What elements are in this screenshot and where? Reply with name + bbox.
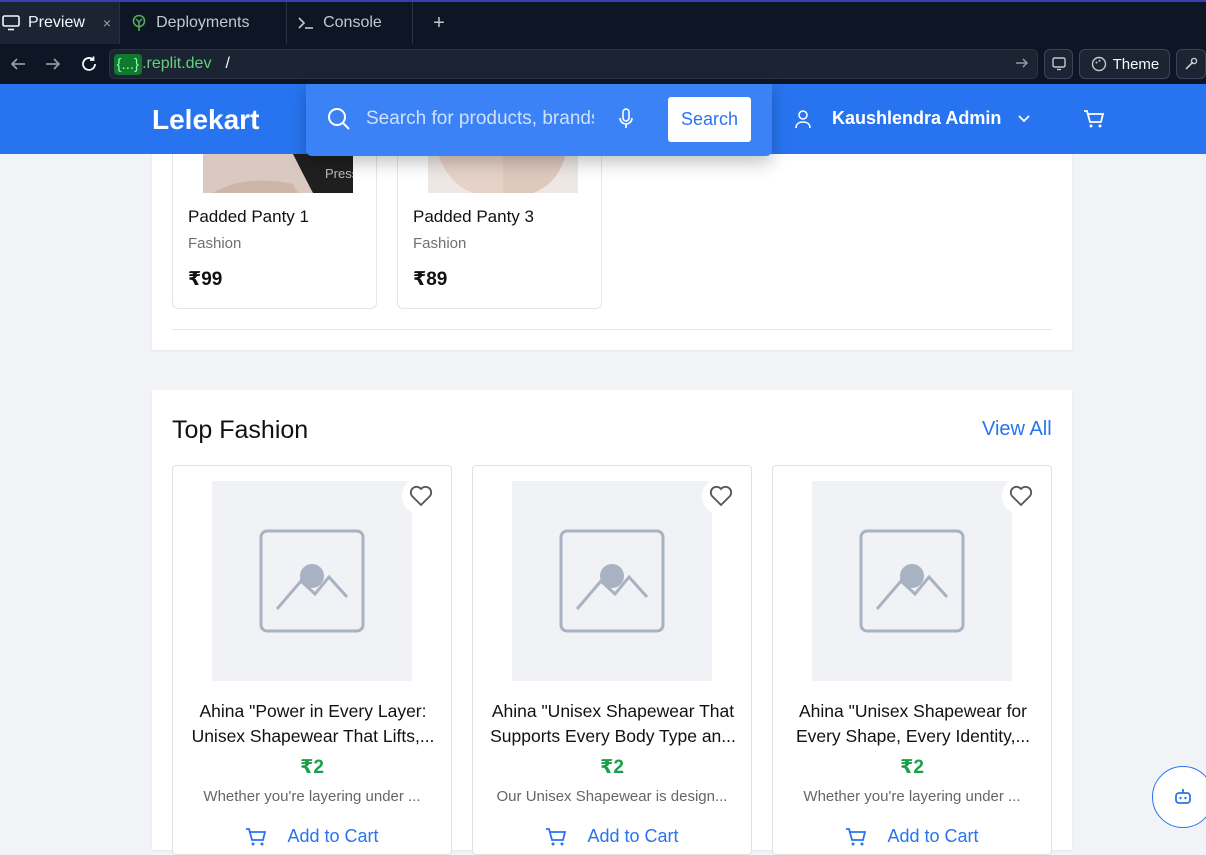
- terminal-icon: [297, 15, 315, 31]
- search-hint: Press to search: [325, 166, 416, 181]
- image-icon: [259, 529, 365, 633]
- theme-button[interactable]: Theme: [1079, 49, 1171, 79]
- tab-console[interactable]: Console: [287, 2, 414, 44]
- heart-icon: [709, 485, 733, 507]
- forward-button[interactable]: [36, 44, 72, 84]
- product-name: Padded Panty 1: [188, 207, 309, 226]
- back-button[interactable]: [0, 44, 36, 84]
- product-title: Ahina "Power in Every Layer: Unisex Shap…: [191, 701, 435, 746]
- product-price: ₹2: [600, 757, 624, 778]
- image-icon: [859, 529, 965, 633]
- wishlist-button[interactable]: [1002, 477, 1040, 515]
- robot-icon: [1175, 789, 1191, 804]
- cart-button[interactable]: [1083, 109, 1105, 134]
- url-path: /: [225, 55, 230, 72]
- cart-icon: [1084, 110, 1105, 128]
- section-divider: [172, 329, 1052, 330]
- product-name: Padded Panty 3: [413, 207, 534, 226]
- user-icon: [795, 109, 811, 128]
- tab-deployments[interactable]: Deployments: [120, 2, 288, 44]
- devtools-button[interactable]: [1176, 49, 1206, 79]
- theme-label: Theme: [1112, 55, 1160, 73]
- cart-icon: [546, 827, 567, 845]
- device-icon: [1051, 57, 1066, 71]
- address-field[interactable]: {...} .replit.dev /: [108, 49, 1038, 79]
- product-price: ₹2: [300, 757, 324, 778]
- search-icon: [326, 106, 352, 137]
- tab-preview[interactable]: Preview ×: [0, 2, 121, 44]
- add-to-cart-button[interactable]: Add to Cart: [173, 826, 451, 847]
- add-to-cart-label: Add to Cart: [887, 826, 979, 846]
- replit-tab-bar: Preview × Deployments Console +: [0, 0, 1206, 44]
- product-category: Fashion: [413, 235, 467, 252]
- cart-icon: [246, 827, 267, 845]
- chevron-down-icon: [1018, 114, 1030, 122]
- url-host: .replit.dev: [142, 55, 212, 72]
- add-to-cart-label: Add to Cart: [287, 826, 379, 846]
- heart-icon: [1009, 485, 1033, 507]
- product-price: ₹2: [900, 757, 924, 778]
- add-to-cart-button[interactable]: Add to Cart: [473, 826, 751, 847]
- chatbot-button[interactable]: [1152, 766, 1206, 828]
- product-card[interactable]: Ahina "Unisex Shapewear for Every Shape,…: [772, 465, 1052, 855]
- arrow-left-icon: [10, 58, 25, 70]
- product-card[interactable]: Ahina "Power in Every Layer: Unisex Shap…: [172, 465, 452, 855]
- wishlist-button[interactable]: [402, 477, 440, 515]
- image-placeholder: [512, 481, 712, 681]
- tab-label: Console: [323, 14, 382, 31]
- tab-label: Deployments: [156, 14, 250, 31]
- deployments-icon: [130, 14, 148, 32]
- go-icon[interactable]: [1015, 56, 1029, 72]
- product-image: [428, 154, 578, 193]
- heart-icon: [409, 485, 433, 507]
- search-bar: Search: [306, 84, 772, 156]
- palette-icon: [1091, 56, 1106, 72]
- product-description: Whether you're layering under ...: [803, 788, 1021, 805]
- product-description: Whether you're layering under ...: [203, 788, 421, 805]
- url-tag: {...}: [113, 53, 143, 75]
- add-to-cart-label: Add to Cart: [587, 826, 679, 846]
- image-placeholder: [812, 481, 1012, 681]
- product-price: ₹99: [188, 269, 223, 290]
- tab-label: Preview: [28, 14, 85, 31]
- new-tab-button[interactable]: +: [413, 2, 465, 44]
- product-title: Ahina "Unisex Shapewear That Supports Ev…: [490, 701, 736, 746]
- product-card[interactable]: Padded Panty 3 Fashion ₹89: [397, 154, 602, 309]
- devices-button[interactable]: [1043, 49, 1074, 79]
- wishlist-button[interactable]: [702, 477, 740, 515]
- search-input[interactable]: [366, 106, 594, 132]
- product-description: Our Unisex Shapewear is design...: [496, 788, 728, 805]
- section-title: Top Fashion: [172, 416, 309, 444]
- view-all-link[interactable]: View All: [982, 418, 1052, 441]
- product-category: Fashion: [188, 235, 242, 252]
- user-name: Kaushlendra Admin: [832, 108, 1002, 128]
- user-menu[interactable]: Kaushlendra Admin: [794, 108, 1031, 129]
- product-price: ₹89: [413, 269, 448, 290]
- product-card[interactable]: Ahina "Unisex Shapewear That Supports Ev…: [472, 465, 752, 855]
- image-icon: [559, 529, 665, 633]
- site-logo[interactable]: Lelekart: [152, 104, 259, 136]
- monitor-icon: [2, 15, 20, 31]
- reload-button[interactable]: [71, 44, 107, 84]
- wrench-icon: [1185, 57, 1198, 70]
- add-to-cart-button[interactable]: Add to Cart: [773, 826, 1051, 847]
- arrow-right-icon: [46, 58, 61, 70]
- product-title: Ahina "Unisex Shapewear for Every Shape,…: [795, 701, 1031, 746]
- close-icon[interactable]: ×: [103, 15, 111, 31]
- microphone-icon[interactable]: [618, 108, 634, 135]
- search-button[interactable]: Search: [668, 97, 751, 142]
- reload-icon: [81, 56, 96, 71]
- cart-icon: [846, 827, 867, 845]
- url-bar: {...} .replit.dev / Theme: [0, 44, 1206, 84]
- image-placeholder: [212, 481, 412, 681]
